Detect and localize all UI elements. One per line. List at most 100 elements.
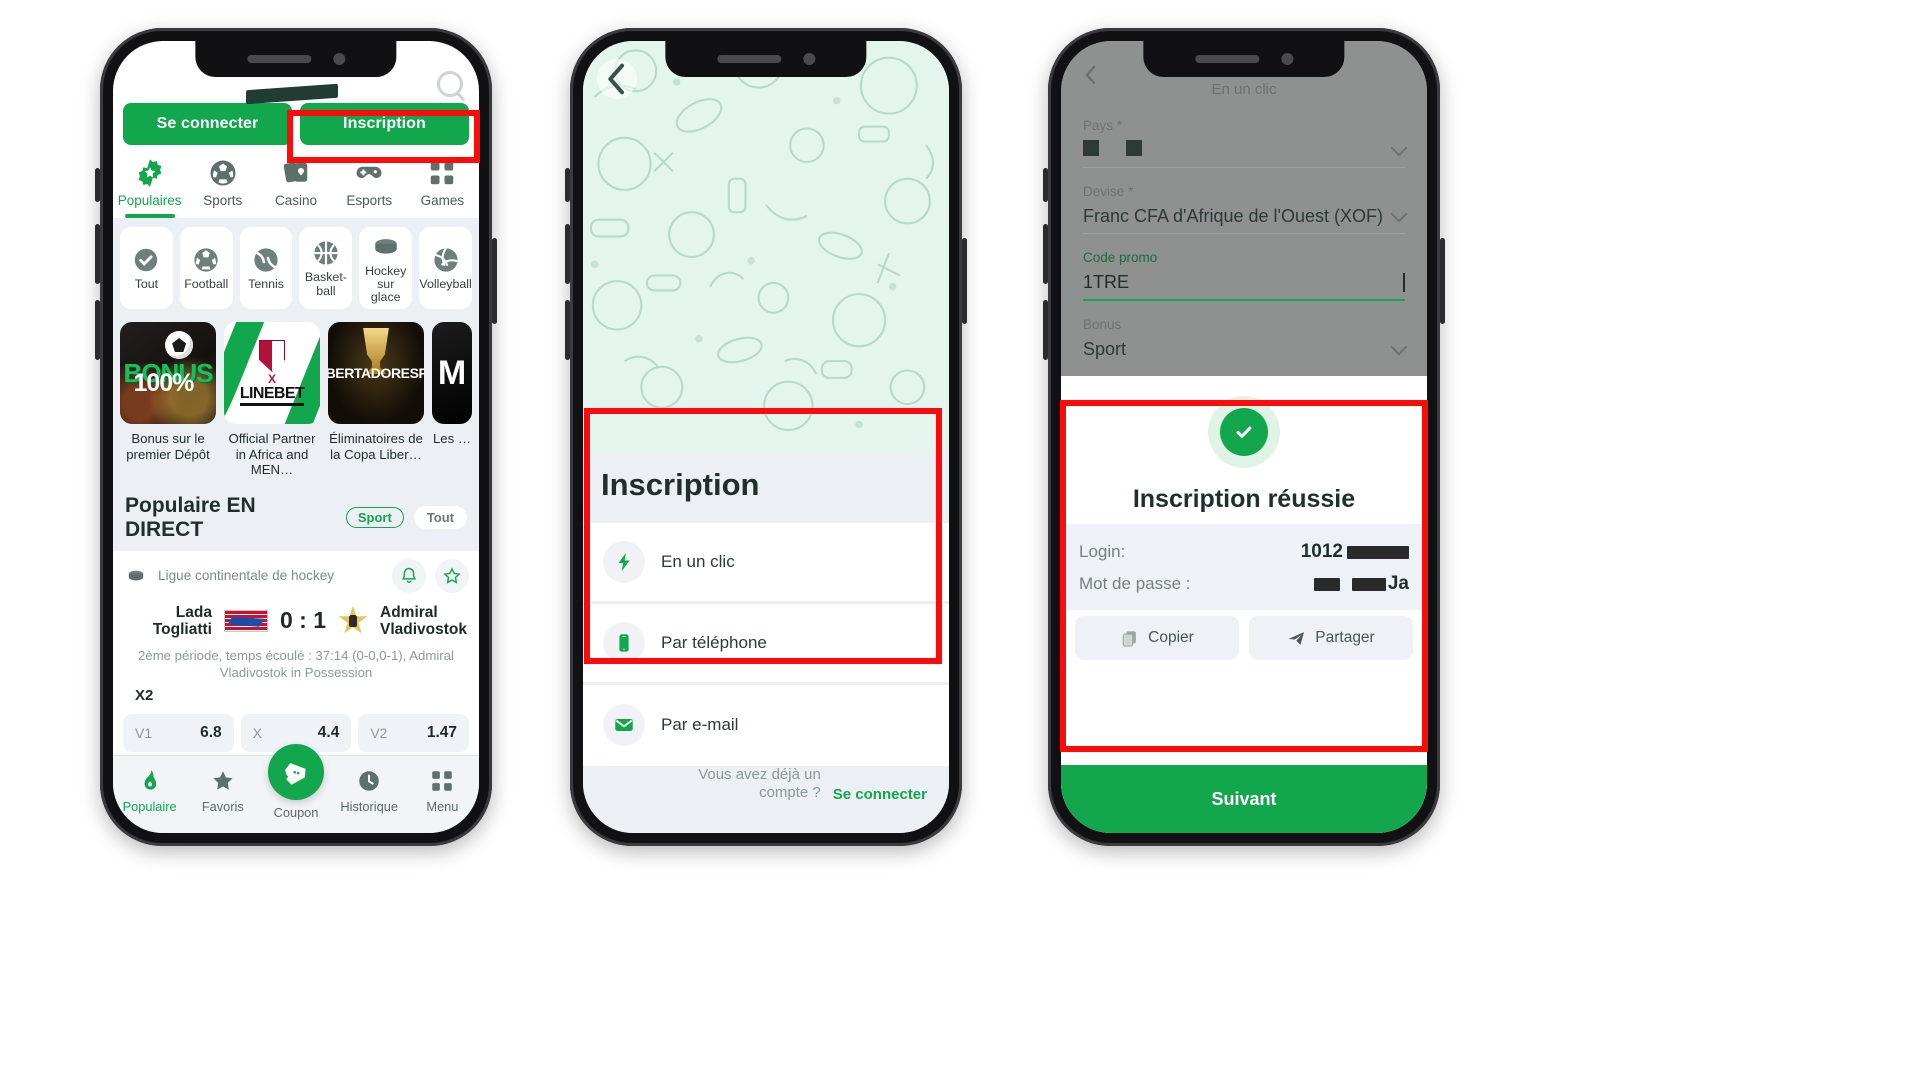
method-email[interactable]: Par e-mail — [583, 685, 949, 766]
field-code-promo[interactable]: Code promo 1TRE — [1061, 238, 1427, 305]
tabbar-item-coupon[interactable]: Coupon — [259, 744, 332, 820]
back-button[interactable] — [1079, 63, 1103, 94]
category-tabs: Populaires Sports Casino Esports Games — [113, 154, 479, 218]
method-label: En un clic — [661, 551, 735, 571]
page-title-band: Inscription — [583, 450, 949, 523]
promo-card-extra[interactable]: M Les … — [432, 322, 472, 478]
match-score-row: Lada Togliatti 0 : 1 Admiral Vladivostok — [123, 593, 469, 643]
country-flag-placeholder — [1083, 140, 1143, 161]
field-devise[interactable]: Devise * Franc CFA d'Afrique de l'Ouest … — [1061, 172, 1427, 238]
sport-chip-tout[interactable]: Tout — [120, 227, 173, 309]
mobile-phone-icon — [603, 621, 645, 664]
sport-chip-volleyball[interactable]: Volleyball — [419, 227, 472, 309]
sport-label: Volleyball — [419, 276, 472, 291]
sport-label: Tennis — [248, 276, 284, 291]
gamepad-icon — [356, 166, 382, 178]
promo-card-libertadores[interactable]: · CONMEBOL · LIBERTADORES PLAYOFFS Élimi… — [328, 322, 424, 478]
promo-code-input[interactable]: 1TRE — [1083, 272, 1129, 293]
method-phone[interactable]: Par téléphone — [583, 604, 949, 685]
tab-label: Casino — [274, 193, 318, 208]
login-button[interactable]: Se connecter — [123, 103, 292, 145]
registration-hero — [583, 41, 949, 451]
soccer-ball-icon — [210, 160, 236, 186]
copy-button[interactable]: Copier — [1075, 616, 1239, 660]
sport-label: Football — [184, 276, 229, 291]
tabbar-item-populaire[interactable]: Populaire — [113, 768, 186, 814]
playing-cards-icon — [283, 162, 308, 183]
share-button[interactable]: Partager — [1249, 616, 1413, 660]
text-caret — [1403, 273, 1405, 292]
team-home-name: Lada Togliatti — [152, 603, 212, 638]
live-match-card[interactable]: Ligue continentale de hockey Lada Toglia… — [113, 550, 479, 715]
register-button[interactable]: Inscription — [300, 103, 469, 145]
promo-brand: LINEBET — [239, 385, 305, 406]
sport-chip-hockey[interactable]: Hockey sur glace — [359, 227, 413, 309]
star-icon[interactable] — [435, 558, 469, 593]
phone-2-notch — [665, 41, 867, 77]
sport-chip-football[interactable]: Football — [179, 227, 233, 309]
promo-card-bonus[interactable]: BONUS 100% Bonus sur le premier Dépôt — [120, 322, 216, 478]
tab-sports[interactable]: Sports — [186, 158, 259, 218]
basketball-icon — [314, 241, 338, 266]
promo-caption: Les … — [432, 431, 472, 446]
bell-icon[interactable] — [392, 558, 426, 593]
chevron-down-icon[interactable] — [1390, 205, 1408, 223]
chevron-down-icon[interactable] — [1390, 139, 1408, 157]
sport-label: Hockey sur glace — [365, 263, 407, 304]
login-prompt-question: Vous avez déjà un compte ? — [698, 765, 821, 802]
live-section-title: Populaire EN DIRECT — [125, 493, 256, 541]
login-value: 1012 — [1301, 541, 1409, 563]
odd-button-v1[interactable]: V1 6.8 — [123, 714, 234, 753]
password-value: Ja — [1313, 573, 1409, 595]
odd-button-v2[interactable]: V2 1.47 — [358, 714, 470, 753]
promo-line2: LIBERTADORES — [328, 365, 419, 381]
phone-1-notch — [195, 41, 397, 77]
search-icon[interactable] — [437, 71, 463, 97]
tabbar-item-favoris[interactable]: Favoris — [186, 768, 259, 814]
field-bonus[interactable]: Bonus Sport — [1061, 305, 1427, 376]
tabbar-item-menu[interactable]: Menu — [406, 768, 479, 814]
copy-label: Copier — [1148, 629, 1194, 646]
star-burst-icon — [138, 159, 161, 187]
tabbar-item-historique[interactable]: Historique — [333, 768, 406, 814]
odd-value: 1.47 — [426, 724, 458, 742]
next-button[interactable]: Suivant — [1061, 765, 1427, 833]
hockey-puck-icon — [374, 239, 397, 254]
registration-methods: En un clic Par téléphone Par e-mail — [583, 522, 949, 766]
team-away-name: Admiral Vladivostok — [380, 603, 468, 638]
arrow-left-icon — [608, 63, 624, 95]
screenshot-root: Se connecter Inscription Populaires Spor — [0, 0, 1920, 1080]
sport-chip-tennis[interactable]: Tennis — [239, 227, 293, 309]
grid-menu-icon — [432, 771, 453, 791]
promo-card-linebet[interactable]: X LINEBET Official Partner in Africa and… — [224, 322, 320, 478]
chevron-down-icon[interactable] — [1390, 338, 1408, 356]
form-subtitle: En un clic — [1211, 81, 1277, 98]
sport-chip-basketball[interactable]: Basket-ball — [299, 227, 353, 309]
field-pays[interactable]: Pays * — [1061, 106, 1427, 172]
tab-games[interactable]: Games — [406, 158, 479, 218]
phone-1: Se connecter Inscription Populaires Spor — [95, 28, 497, 846]
method-one-click[interactable]: En un clic — [583, 523, 949, 604]
grid-apps-icon — [431, 161, 454, 185]
tab-esports[interactable]: Esports — [333, 158, 406, 218]
ticket-icon[interactable] — [268, 744, 324, 800]
field-value-row: 1TRE — [1083, 265, 1405, 301]
match-market-name: X2 — [135, 687, 154, 705]
password-value-text: Ja — [1387, 573, 1409, 594]
phone-3: Inscription En un clic Pays * Devise * — [1043, 28, 1445, 846]
phone-3-screen: Inscription En un clic Pays * Devise * — [1061, 41, 1427, 833]
tab-casino[interactable]: Casino — [259, 158, 332, 218]
live-sport-chip[interactable]: Sport — [345, 507, 404, 529]
tabbar-label: Populaire — [122, 799, 177, 814]
star-icon — [213, 771, 233, 790]
envelope-icon — [603, 704, 645, 746]
password-label: Mot de passe : — [1079, 574, 1191, 594]
phone-1-screen: Se connecter Inscription Populaires Spor — [113, 41, 479, 833]
tabbar-label: Coupon — [273, 805, 319, 820]
live-filter-chip[interactable]: Tout — [413, 506, 467, 530]
phone-2-screen: Inscription En un clic Par téléphone Par… — [583, 41, 949, 833]
login-link[interactable]: Se connecter — [833, 786, 927, 803]
tab-populaires[interactable]: Populaires — [113, 158, 186, 218]
back-button[interactable] — [597, 59, 637, 99]
dimmed-form-backdrop: Inscription En un clic Pays * Devise * — [1061, 41, 1427, 376]
